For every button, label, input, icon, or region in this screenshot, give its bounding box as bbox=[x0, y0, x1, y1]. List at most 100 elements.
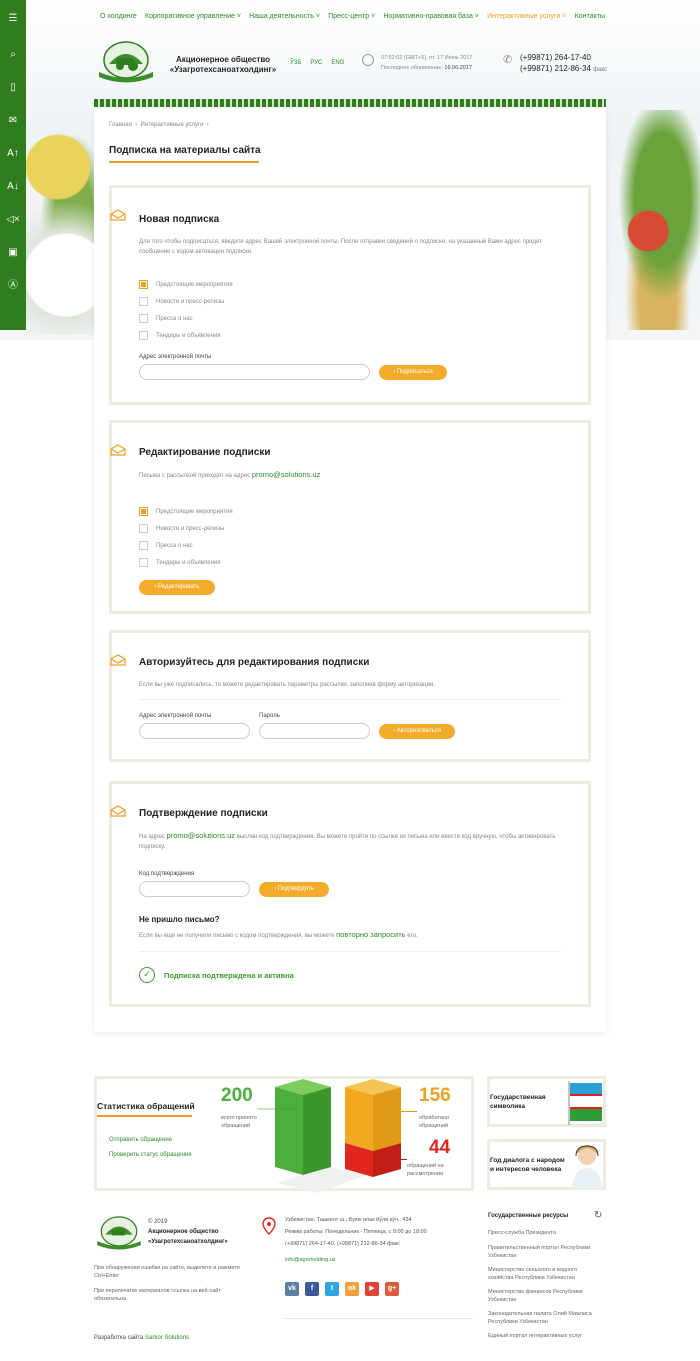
font-decrease-icon[interactable]: A↓ bbox=[0, 170, 26, 203]
footer-logo[interactable] bbox=[94, 1213, 144, 1253]
resource-link[interactable]: Единый портал интерактивных услуг bbox=[488, 1332, 603, 1340]
send-appeal-link[interactable]: Отправить обращение bbox=[109, 1137, 172, 1143]
checkbox-events[interactable]: Предстоящие мероприятия bbox=[139, 507, 233, 516]
checkbox-press[interactable]: Пресса о нас bbox=[139, 541, 193, 550]
stats-title: Статистика обращений bbox=[97, 1101, 195, 1111]
code-label: Код подтверждения bbox=[139, 871, 195, 877]
new-subscription-title: Новая подписка bbox=[139, 214, 220, 225]
processed-pointer bbox=[385, 1111, 417, 1112]
menu-icon[interactable]: ☰ bbox=[0, 0, 26, 38]
state-symbols-line1: Государственная bbox=[490, 1094, 546, 1101]
nav-item-about[interactable]: О холдинге bbox=[100, 13, 137, 25]
auth-email-input[interactable] bbox=[139, 723, 250, 739]
phone-fax-number: (+99871) 212-86-34 bbox=[520, 64, 591, 73]
lang-en[interactable]: ENG bbox=[331, 60, 344, 66]
resource-link[interactable]: Правительственный портал Республики Узбе… bbox=[488, 1244, 603, 1260]
facebook-icon[interactable]: f bbox=[305, 1282, 319, 1296]
odnoklassniki-icon[interactable]: ok bbox=[345, 1282, 359, 1296]
checkbox-box[interactable] bbox=[139, 280, 148, 289]
checkbox-label: Пресса о нас bbox=[156, 542, 193, 549]
stat-pending: 44 bbox=[429, 1137, 451, 1158]
checkbox-news[interactable]: Новости и пресс-релизы bbox=[139, 297, 224, 306]
resource-link[interactable]: Министерство финансов Республики Узбекис… bbox=[488, 1288, 603, 1304]
phones: (+99871) 264-17-40 (+99871) 212-86-34 фа… bbox=[520, 52, 607, 76]
no-mail-suffix: его. bbox=[407, 933, 418, 939]
state-symbols-label: Государственная символика bbox=[490, 1093, 546, 1111]
code-input[interactable] bbox=[139, 881, 250, 897]
nav-item-contacts[interactable]: Контакты bbox=[575, 13, 605, 25]
google-plus-icon[interactable]: g+ bbox=[385, 1282, 399, 1296]
checkbox-box[interactable] bbox=[139, 297, 148, 306]
resource-link[interactable]: Пресс-служба Президента bbox=[488, 1229, 603, 1237]
checkbox-label: Предстоящие мероприятия bbox=[156, 508, 233, 515]
checkbox-tenders[interactable]: Тендеры и объявления bbox=[139, 558, 221, 567]
edit-subscription-box: Редактирование подписки Письма с рассылк… bbox=[109, 420, 591, 614]
lang-uz[interactable]: ЎЗБ bbox=[290, 60, 301, 66]
processed-bar-cube bbox=[345, 1079, 401, 1177]
checkbox-box[interactable] bbox=[139, 507, 148, 516]
footer-email-link[interactable]: info@agroholding.uz bbox=[285, 1257, 336, 1263]
confirm-email-link[interactable]: promo@solutions.uz bbox=[167, 831, 235, 840]
pending-pointer bbox=[385, 1159, 407, 1160]
edit-button[interactable]: Редактировать bbox=[139, 580, 215, 595]
accessibility-toolbar: ☰ ⌕ ▯ ✉ A↑ A↓ ◁× ▣ Ⓐ bbox=[0, 0, 26, 330]
contrast-icon[interactable]: Ⓐ bbox=[0, 269, 26, 302]
checkbox-news[interactable]: Новости и пресс-релизы bbox=[139, 524, 224, 533]
chat-icon[interactable]: ✉ bbox=[0, 104, 26, 137]
login-button[interactable]: Авторизоваться bbox=[379, 724, 455, 739]
developer-link[interactable]: Sarkor Solutions bbox=[145, 1335, 189, 1341]
nav-item-press[interactable]: Пресс-центр ˅ bbox=[328, 13, 375, 25]
font-increase-icon[interactable]: A↑ bbox=[0, 137, 26, 170]
checkbox-events[interactable]: Предстоящие мероприятия bbox=[139, 280, 233, 289]
org-name-line1: Акционерное общество bbox=[175, 55, 271, 64]
refresh-icon[interactable]: ↻ bbox=[594, 1210, 602, 1221]
auth-password-label: Пароль bbox=[259, 713, 280, 719]
twitter-icon[interactable]: t bbox=[325, 1282, 339, 1296]
edit-email-link[interactable]: promo@solutions.uz bbox=[252, 470, 320, 479]
nav-item-activity[interactable]: Наша деятельность ˅ bbox=[249, 13, 320, 25]
subscribe-button[interactable]: Подписаться bbox=[379, 365, 447, 380]
checkbox-box[interactable] bbox=[139, 314, 148, 323]
lang-ru[interactable]: РУС bbox=[310, 60, 322, 66]
checkbox-box[interactable] bbox=[139, 524, 148, 533]
image-off-icon[interactable]: ▣ bbox=[0, 236, 26, 269]
nav-item-interactive[interactable]: Интерактивные услуги ˅ bbox=[487, 13, 566, 25]
auth-password-input[interactable] bbox=[259, 723, 370, 739]
confirm-button[interactable]: Подтвердить bbox=[259, 882, 329, 897]
footer-note-reprint: При перепечатке материалов ссылка на веб… bbox=[94, 1288, 221, 1302]
year-of-dialogue-card[interactable]: Год диалога с народом и интересов человек… bbox=[487, 1139, 606, 1190]
youtube-icon[interactable]: ▶ bbox=[365, 1282, 379, 1296]
breadcrumb-current[interactable]: Интерактивные услуги bbox=[141, 122, 204, 128]
decor-right-crops bbox=[606, 110, 700, 330]
resource-link[interactable]: Министерство сельского и водного хозяйст… bbox=[488, 1266, 603, 1282]
stat-total-caption: всего принято обращений bbox=[221, 1114, 257, 1130]
vk-icon[interactable]: vk bbox=[285, 1282, 299, 1296]
main-nav: О холдинге Корпоративное управление ˅ На… bbox=[100, 13, 605, 25]
sound-off-icon[interactable]: ◁× bbox=[0, 203, 26, 236]
checkbox-tenders[interactable]: Тендеры и объявления bbox=[139, 331, 221, 340]
email-input[interactable] bbox=[139, 364, 370, 380]
resource-link[interactable]: Законодательная палата Олий Мажлиса Респ… bbox=[488, 1310, 603, 1326]
check-status-link[interactable]: Проверить статус обращения bbox=[109, 1152, 192, 1158]
search-icon[interactable]: ⌕ bbox=[0, 38, 26, 71]
stat-pending-caption-1: обращений на bbox=[407, 1163, 444, 1169]
breadcrumb-home[interactable]: Главная bbox=[109, 122, 132, 128]
logo[interactable] bbox=[95, 38, 157, 86]
checkbox-box[interactable] bbox=[139, 541, 148, 550]
checkbox-box[interactable] bbox=[139, 558, 148, 567]
stat-processed-caption: обработано обращений bbox=[419, 1114, 449, 1130]
resend-link[interactable]: повторно запросить bbox=[336, 930, 405, 939]
nav-item-governance[interactable]: Корпоративное управление ˅ bbox=[145, 13, 241, 25]
nav-item-legal[interactable]: Нормативно-правовая база ˅ bbox=[383, 13, 479, 25]
last-update: Последнее обновление: 16.06.2017 bbox=[381, 63, 472, 73]
checkbox-box[interactable] bbox=[139, 331, 148, 340]
mobile-icon[interactable]: ▯ bbox=[0, 71, 26, 104]
envelope-icon bbox=[110, 444, 126, 456]
checkbox-label: Тендеры и объявления bbox=[156, 559, 221, 566]
state-symbols-card[interactable]: Государственная символика bbox=[487, 1076, 606, 1127]
check-circle-icon: ✓ bbox=[139, 967, 155, 983]
checkbox-press[interactable]: Пресса о нас bbox=[139, 314, 193, 323]
state-symbols-line2: символика bbox=[490, 1103, 526, 1110]
stat-processed-caption-1: обработано bbox=[419, 1115, 450, 1121]
footer-phones: (+99871) 264-17-40, (+99871) 212-86-34 ф… bbox=[285, 1241, 400, 1247]
